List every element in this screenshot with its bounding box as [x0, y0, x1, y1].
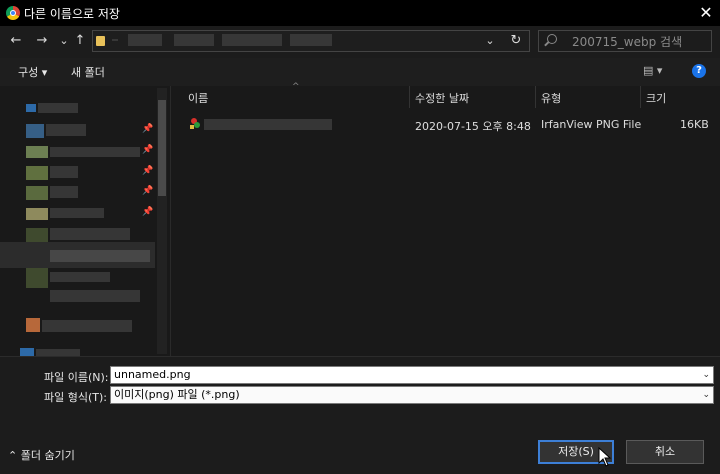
filename-dropdown-icon[interactable]: ⌄: [702, 367, 710, 383]
folder-icon: [96, 36, 105, 46]
nav-item-icon: [26, 166, 48, 180]
column-separator[interactable]: [535, 86, 536, 108]
sort-indicator-icon: ^: [292, 82, 300, 92]
close-button[interactable]: ✕: [696, 3, 716, 23]
cancel-button[interactable]: 취소: [626, 440, 704, 464]
nav-item[interactable]: [46, 124, 86, 136]
pin-icon: 📌: [142, 145, 154, 155]
window-title: 다른 이름으로 저장: [24, 7, 120, 21]
file-name: [204, 119, 332, 130]
filename-value: unnamed.png: [114, 368, 191, 381]
filename-label: 파일 이름(N):: [44, 371, 109, 384]
file-type: IrfanView PNG File: [541, 118, 642, 131]
chrome-icon: [6, 6, 20, 20]
address-segment: [128, 34, 162, 46]
nav-item-icon: [26, 186, 48, 200]
column-separator[interactable]: [640, 86, 641, 108]
mouse-cursor-icon: [598, 447, 612, 467]
new-folder-button[interactable]: 새 폴더: [71, 64, 105, 80]
nav-item[interactable]: [50, 272, 110, 282]
filename-field[interactable]: unnamed.png ⌄: [110, 366, 714, 384]
filetype-dropdown-icon[interactable]: ⌄: [702, 387, 710, 403]
nav-item-icon: [26, 146, 48, 158]
pin-icon: 📌: [142, 124, 154, 134]
nav-item[interactable]: [38, 103, 78, 113]
filetype-select[interactable]: 이미지(png) 파일 (*.png) ⌄: [110, 386, 714, 404]
nav-scroll-thumb[interactable]: [158, 100, 166, 196]
column-header-size[interactable]: 크기: [646, 90, 666, 106]
hide-folders-button[interactable]: ⌃ 폴더 숨기기: [8, 447, 75, 463]
nav-item[interactable]: [50, 166, 78, 178]
up-button[interactable]: ↑: [72, 32, 88, 50]
address-separator: [112, 39, 118, 41]
nav-item-icon: [26, 104, 36, 112]
address-segment: [222, 34, 282, 46]
refresh-button[interactable]: ↻: [508, 32, 524, 50]
nav-item[interactable]: [42, 320, 132, 332]
file-modified: 2020-07-15 오후 8:48: [415, 120, 531, 133]
recent-locations-dropdown[interactable]: ⌄: [56, 32, 72, 50]
forward-button[interactable]: →: [34, 32, 50, 50]
nav-item[interactable]: [50, 228, 130, 240]
command-bar: [0, 58, 720, 86]
address-dropdown[interactable]: ⌄: [482, 32, 498, 50]
view-options-button[interactable]: ▤ ▾: [643, 64, 662, 77]
nav-item[interactable]: [36, 349, 80, 356]
help-icon[interactable]: ?: [692, 64, 706, 78]
address-segment: [174, 34, 214, 46]
nav-item[interactable]: [50, 250, 150, 262]
nav-item[interactable]: [50, 208, 104, 218]
search-placeholder: 200715_webp 검색: [572, 35, 683, 49]
column-header-type[interactable]: 유형: [541, 90, 561, 106]
nav-item-icon: [26, 208, 48, 220]
nav-item-icon: [26, 124, 44, 138]
organize-menu[interactable]: 구성 ▾: [18, 64, 47, 80]
pin-icon: 📌: [142, 186, 154, 196]
file-size: 16KB: [680, 118, 709, 131]
back-button[interactable]: ←: [8, 32, 24, 50]
pane-divider: [170, 86, 171, 356]
address-segment: [290, 34, 332, 46]
filetype-value: 이미지(png) 파일 (*.png): [114, 388, 240, 401]
search-icon: [547, 34, 557, 44]
nav-item-icon: [20, 348, 34, 356]
pin-icon: 📌: [142, 207, 154, 217]
column-separator[interactable]: [409, 86, 410, 108]
column-header-name[interactable]: 이름: [188, 90, 208, 106]
nav-item-icon: [26, 318, 40, 332]
column-header-modified[interactable]: 수정한 날짜: [415, 90, 469, 106]
nav-item[interactable]: [50, 147, 140, 157]
nav-item[interactable]: [50, 290, 140, 302]
filetype-label: 파일 형식(T):: [44, 391, 107, 404]
irfanview-file-icon: [190, 118, 200, 129]
nav-item[interactable]: [50, 186, 78, 198]
pin-icon: 📌: [142, 166, 154, 176]
